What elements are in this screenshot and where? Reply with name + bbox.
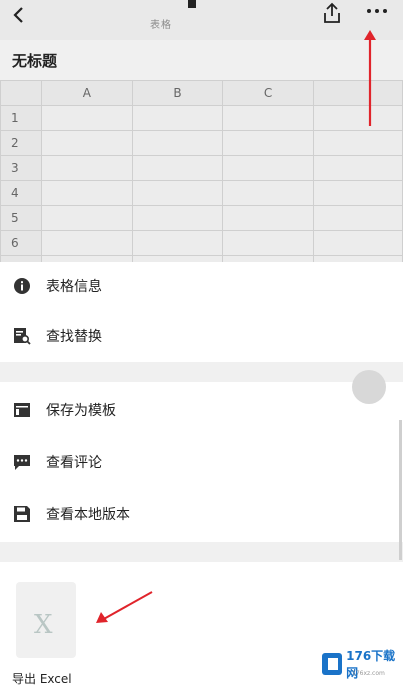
comment-icon (14, 455, 30, 470)
cell[interactable] (131, 180, 224, 206)
cell[interactable] (41, 105, 133, 131)
cell[interactable] (131, 230, 224, 256)
column-header[interactable] (312, 80, 403, 106)
cell[interactable] (222, 205, 314, 231)
save-icon (14, 506, 30, 522)
info-icon (14, 278, 30, 294)
cell[interactable] (222, 105, 314, 131)
row-header[interactable]: 2 (0, 130, 43, 156)
menu-group-actions: 保存为模板 查看评论 查看本地版本 (0, 382, 403, 542)
row-header[interactable]: 1 (0, 105, 43, 131)
menu-item-label: 查找替换 (46, 329, 102, 345)
menu-item-save-template[interactable]: 保存为模板 (0, 388, 403, 432)
column-header[interactable]: B (131, 80, 224, 106)
cell[interactable] (312, 205, 403, 231)
menu-item-find-replace[interactable]: 查找替换 (0, 314, 403, 358)
row-header[interactable]: 6 (0, 230, 43, 256)
export-excel-label: 导出 Excel (12, 672, 72, 686)
template-icon (14, 403, 30, 417)
more-icon[interactable] (366, 6, 388, 16)
red-arrow-diagonal-icon (96, 591, 153, 623)
scrollbar[interactable] (399, 420, 402, 560)
cell[interactable] (131, 130, 224, 156)
cell[interactable] (312, 180, 403, 206)
red-arrow-up-icon (364, 30, 376, 126)
top-bar: 表格 (0, 0, 403, 40)
floating-button[interactable] (352, 370, 386, 404)
cell[interactable] (222, 180, 314, 206)
cell[interactable] (41, 230, 133, 256)
watermark-logo: 176下载网 176xz.com (322, 648, 402, 680)
row-header[interactable]: 5 (0, 205, 43, 231)
cell[interactable] (41, 205, 133, 231)
cell[interactable] (131, 205, 224, 231)
menu-item-label: 保存为模板 (46, 403, 116, 419)
row-header[interactable]: 3 (0, 155, 43, 181)
menu-item-label: 查看评论 (46, 455, 102, 471)
menu-item-label: 查看本地版本 (46, 507, 130, 523)
row-header[interactable]: 4 (0, 180, 43, 206)
cell[interactable] (222, 230, 314, 256)
menu-item-sheet-info[interactable]: 表格信息 (0, 264, 403, 308)
doc-status: 表格 (150, 20, 172, 31)
corner-cell (0, 80, 43, 106)
watermark-icon (322, 653, 343, 675)
cell[interactable] (222, 130, 314, 156)
cell[interactable] (41, 155, 133, 181)
cell[interactable] (312, 155, 403, 181)
doc-title: 无标题 (12, 52, 58, 70)
back-icon[interactable] (10, 6, 28, 24)
column-header[interactable]: C (222, 80, 314, 106)
cell[interactable] (41, 130, 133, 156)
cell[interactable] (131, 155, 224, 181)
cell[interactable] (131, 105, 224, 131)
export-excel-button[interactable]: X (16, 582, 76, 658)
find-replace-icon (14, 328, 31, 345)
status-indicator (188, 0, 196, 8)
menu-item-view-comments[interactable]: 查看评论 (0, 440, 403, 484)
excel-icon: X (34, 610, 53, 640)
cell[interactable] (41, 180, 133, 206)
watermark-subtext: 176xz.com (352, 670, 385, 677)
share-icon[interactable] (322, 2, 342, 24)
cell[interactable] (312, 105, 403, 131)
menu-item-local-versions[interactable]: 查看本地版本 (0, 492, 403, 536)
menu-item-label: 表格信息 (46, 279, 102, 295)
column-header[interactable]: A (41, 80, 133, 106)
cell[interactable] (312, 130, 403, 156)
spreadsheet-grid: A B C 1 2 3 4 5 6 (0, 80, 403, 262)
cell[interactable] (222, 155, 314, 181)
cell[interactable] (312, 230, 403, 256)
menu-group-info: 表格信息 查找替换 (0, 262, 403, 362)
